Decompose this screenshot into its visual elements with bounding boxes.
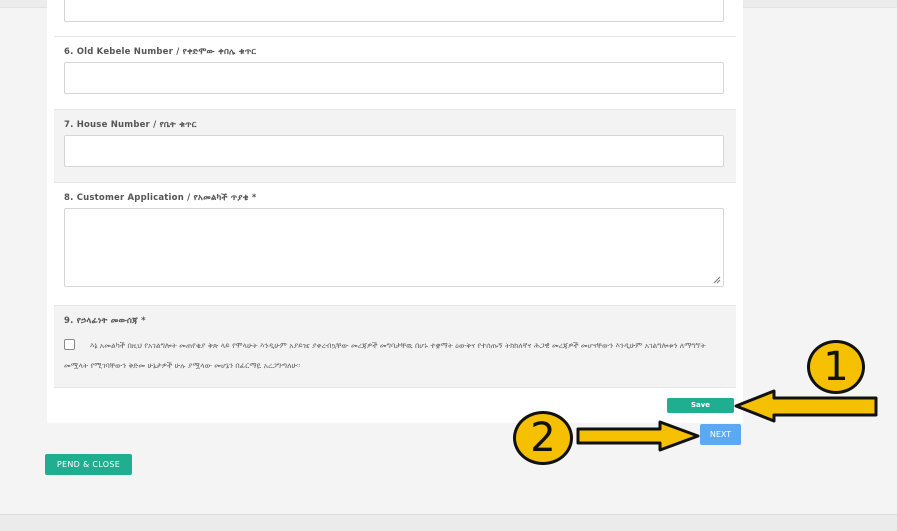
resize-grip-icon[interactable] bbox=[713, 276, 721, 284]
consent-text: እኔ አመልካች በዚህ የአገልግሎት መጠየቂያ ቅጽ ላይ የሞላሁት እ… bbox=[64, 341, 706, 370]
annotation-arrow-2-icon bbox=[576, 420, 700, 452]
customer-application-label: 8. Customer Application / የአመልካች ጥያቄ * bbox=[64, 193, 257, 203]
house-number-input[interactable] bbox=[64, 135, 724, 167]
annotation-arrow-1-icon bbox=[734, 389, 878, 423]
pend-close-button[interactable]: PEND & CLOSE bbox=[45, 454, 132, 475]
customer-application-textarea[interactable] bbox=[64, 208, 724, 287]
next-button[interactable]: NEXT bbox=[700, 424, 741, 445]
save-button[interactable]: Save bbox=[667, 398, 734, 413]
consent-label: 9. የኃላፊነት መውሰጃ * bbox=[64, 316, 146, 326]
annotation-callout-1: 1 bbox=[807, 340, 865, 394]
field-house-number: 7. House Number / የቤት ቁጥር bbox=[54, 110, 736, 183]
old-kebele-number-input[interactable] bbox=[64, 62, 724, 94]
field-consent: 9. የኃላፊነት መውሰጃ * እኔ አመልካች በዚህ የአገልግሎት መጠ… bbox=[54, 306, 736, 388]
field-previous bbox=[54, 0, 736, 37]
bottom-bar bbox=[0, 514, 897, 531]
previous-field-input[interactable] bbox=[64, 0, 724, 22]
annotation-callout-2: 2 bbox=[513, 411, 573, 465]
house-number-label: 7. House Number / የቤት ቁጥር bbox=[64, 120, 197, 130]
form-card: 6. Old Kebele Number / የቀድሞው ቀበሌ ቁጥር 7. … bbox=[47, 0, 743, 423]
field-customer-application: 8. Customer Application / የአመልካች ጥያቄ * bbox=[54, 183, 736, 306]
old-kebele-number-label: 6. Old Kebele Number / የቀድሞው ቀበሌ ቁጥር bbox=[64, 47, 257, 57]
field-old-kebele-number: 6. Old Kebele Number / የቀድሞው ቀበሌ ቁጥር bbox=[54, 37, 736, 110]
